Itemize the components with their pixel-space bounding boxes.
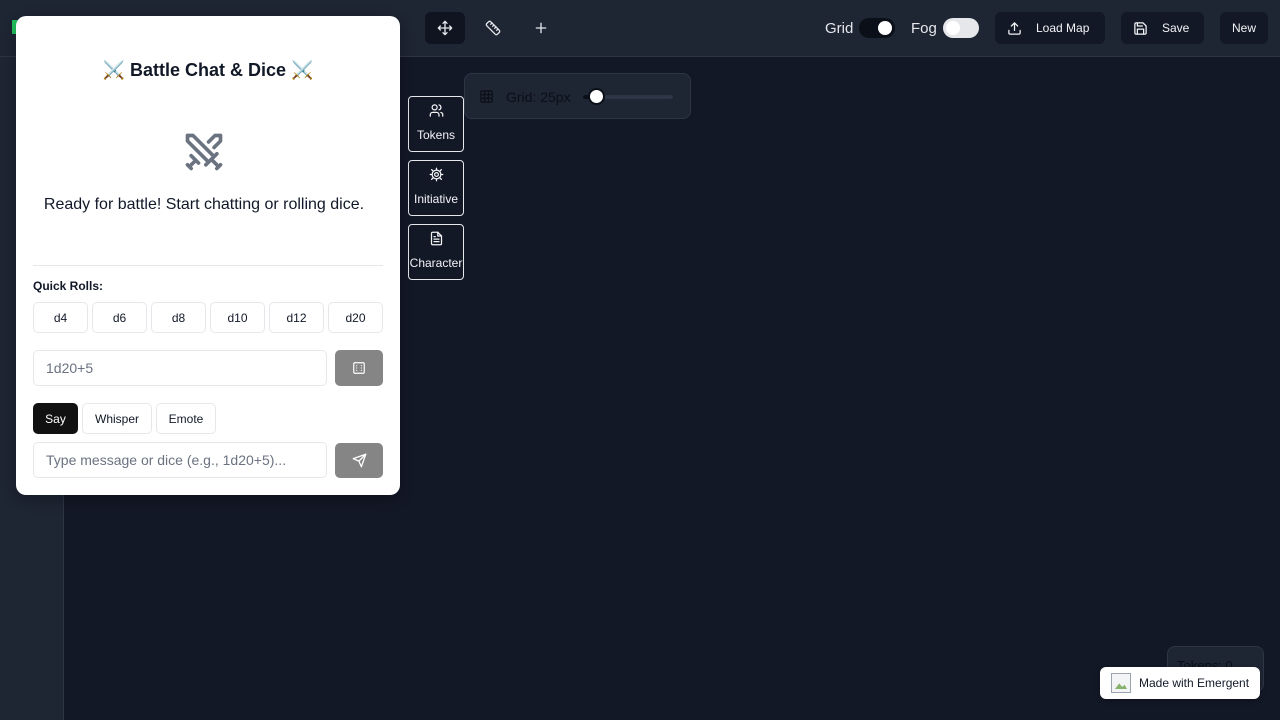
toggle-knob [878, 21, 892, 35]
move-icon [437, 20, 453, 36]
save-label: Save [1162, 21, 1190, 35]
roll-dice-button[interactable] [335, 350, 383, 386]
fog-toggle[interactable] [943, 18, 979, 38]
toggle-knob [946, 21, 960, 35]
load-map-button[interactable]: Load Map [995, 12, 1105, 44]
dice-icon [353, 362, 365, 374]
roll-d4-button[interactable]: d4 [33, 302, 88, 333]
dice-expression-input[interactable] [33, 350, 327, 386]
tab-tokens-label: Tokens [416, 128, 456, 142]
battle-chat-panel: ⚔️ Battle Chat & Dice ⚔️ Ready for battl… [16, 16, 400, 495]
grid-icon [480, 90, 493, 103]
mode-say-button[interactable]: Say [33, 403, 78, 434]
chat-empty-message: Ready for battle! Start chatting or roll… [43, 196, 365, 213]
gear-icon [429, 167, 443, 182]
new-label: New [1231, 21, 1256, 35]
plus-icon [535, 22, 547, 34]
save-icon [1134, 21, 1147, 35]
mode-emote-button[interactable]: Emote [156, 403, 216, 434]
tab-tokens[interactable]: Tokens [408, 96, 464, 152]
mode-whisper-button[interactable]: Whisper [82, 403, 152, 434]
ruler-icon [485, 20, 501, 36]
quick-rolls-label: Quick Rolls: [33, 279, 104, 293]
move-tool-button[interactable] [425, 12, 465, 44]
measure-tool-button[interactable] [473, 12, 513, 44]
crossed-swords-icon [185, 133, 223, 171]
users-icon [429, 104, 443, 117]
tab-character[interactable]: Character [408, 224, 464, 280]
fog-toggle-label: Fog [911, 20, 937, 37]
add-tool-button[interactable] [521, 12, 561, 44]
roll-d6-button[interactable]: d6 [92, 302, 147, 333]
roll-d12-button[interactable]: d12 [269, 302, 324, 333]
document-icon [430, 231, 442, 246]
made-with-emergent-badge[interactable]: Made with Emergent [1100, 667, 1260, 699]
grid-size-panel: Grid: 25px [464, 73, 691, 119]
badge-label: Made with Emergent [1139, 676, 1250, 690]
load-map-label: Load Map [1036, 21, 1090, 35]
image-icon [1111, 673, 1131, 693]
roll-d8-button[interactable]: d8 [151, 302, 206, 333]
grid-size-label: Grid: 25px [506, 89, 571, 105]
grid-size-slider-handle[interactable] [588, 88, 605, 105]
roll-d10-button[interactable]: d10 [210, 302, 265, 333]
tab-character-label: Character [409, 256, 463, 270]
grid-toggle-label: Grid [825, 20, 854, 37]
roll-d20-button[interactable]: d20 [328, 302, 383, 333]
divider [33, 265, 383, 266]
send-icon [352, 453, 366, 468]
chat-title: ⚔️ Battle Chat & Dice ⚔️ [102, 60, 314, 80]
new-button[interactable]: New [1220, 12, 1268, 44]
tab-initiative-label: Initiative [413, 192, 459, 206]
send-button[interactable] [335, 443, 383, 478]
tab-initiative[interactable]: Initiative [408, 160, 464, 216]
grid-toggle[interactable] [859, 18, 895, 38]
message-input[interactable] [33, 442, 327, 478]
upload-icon [1008, 21, 1021, 35]
save-button[interactable]: Save [1121, 12, 1204, 44]
